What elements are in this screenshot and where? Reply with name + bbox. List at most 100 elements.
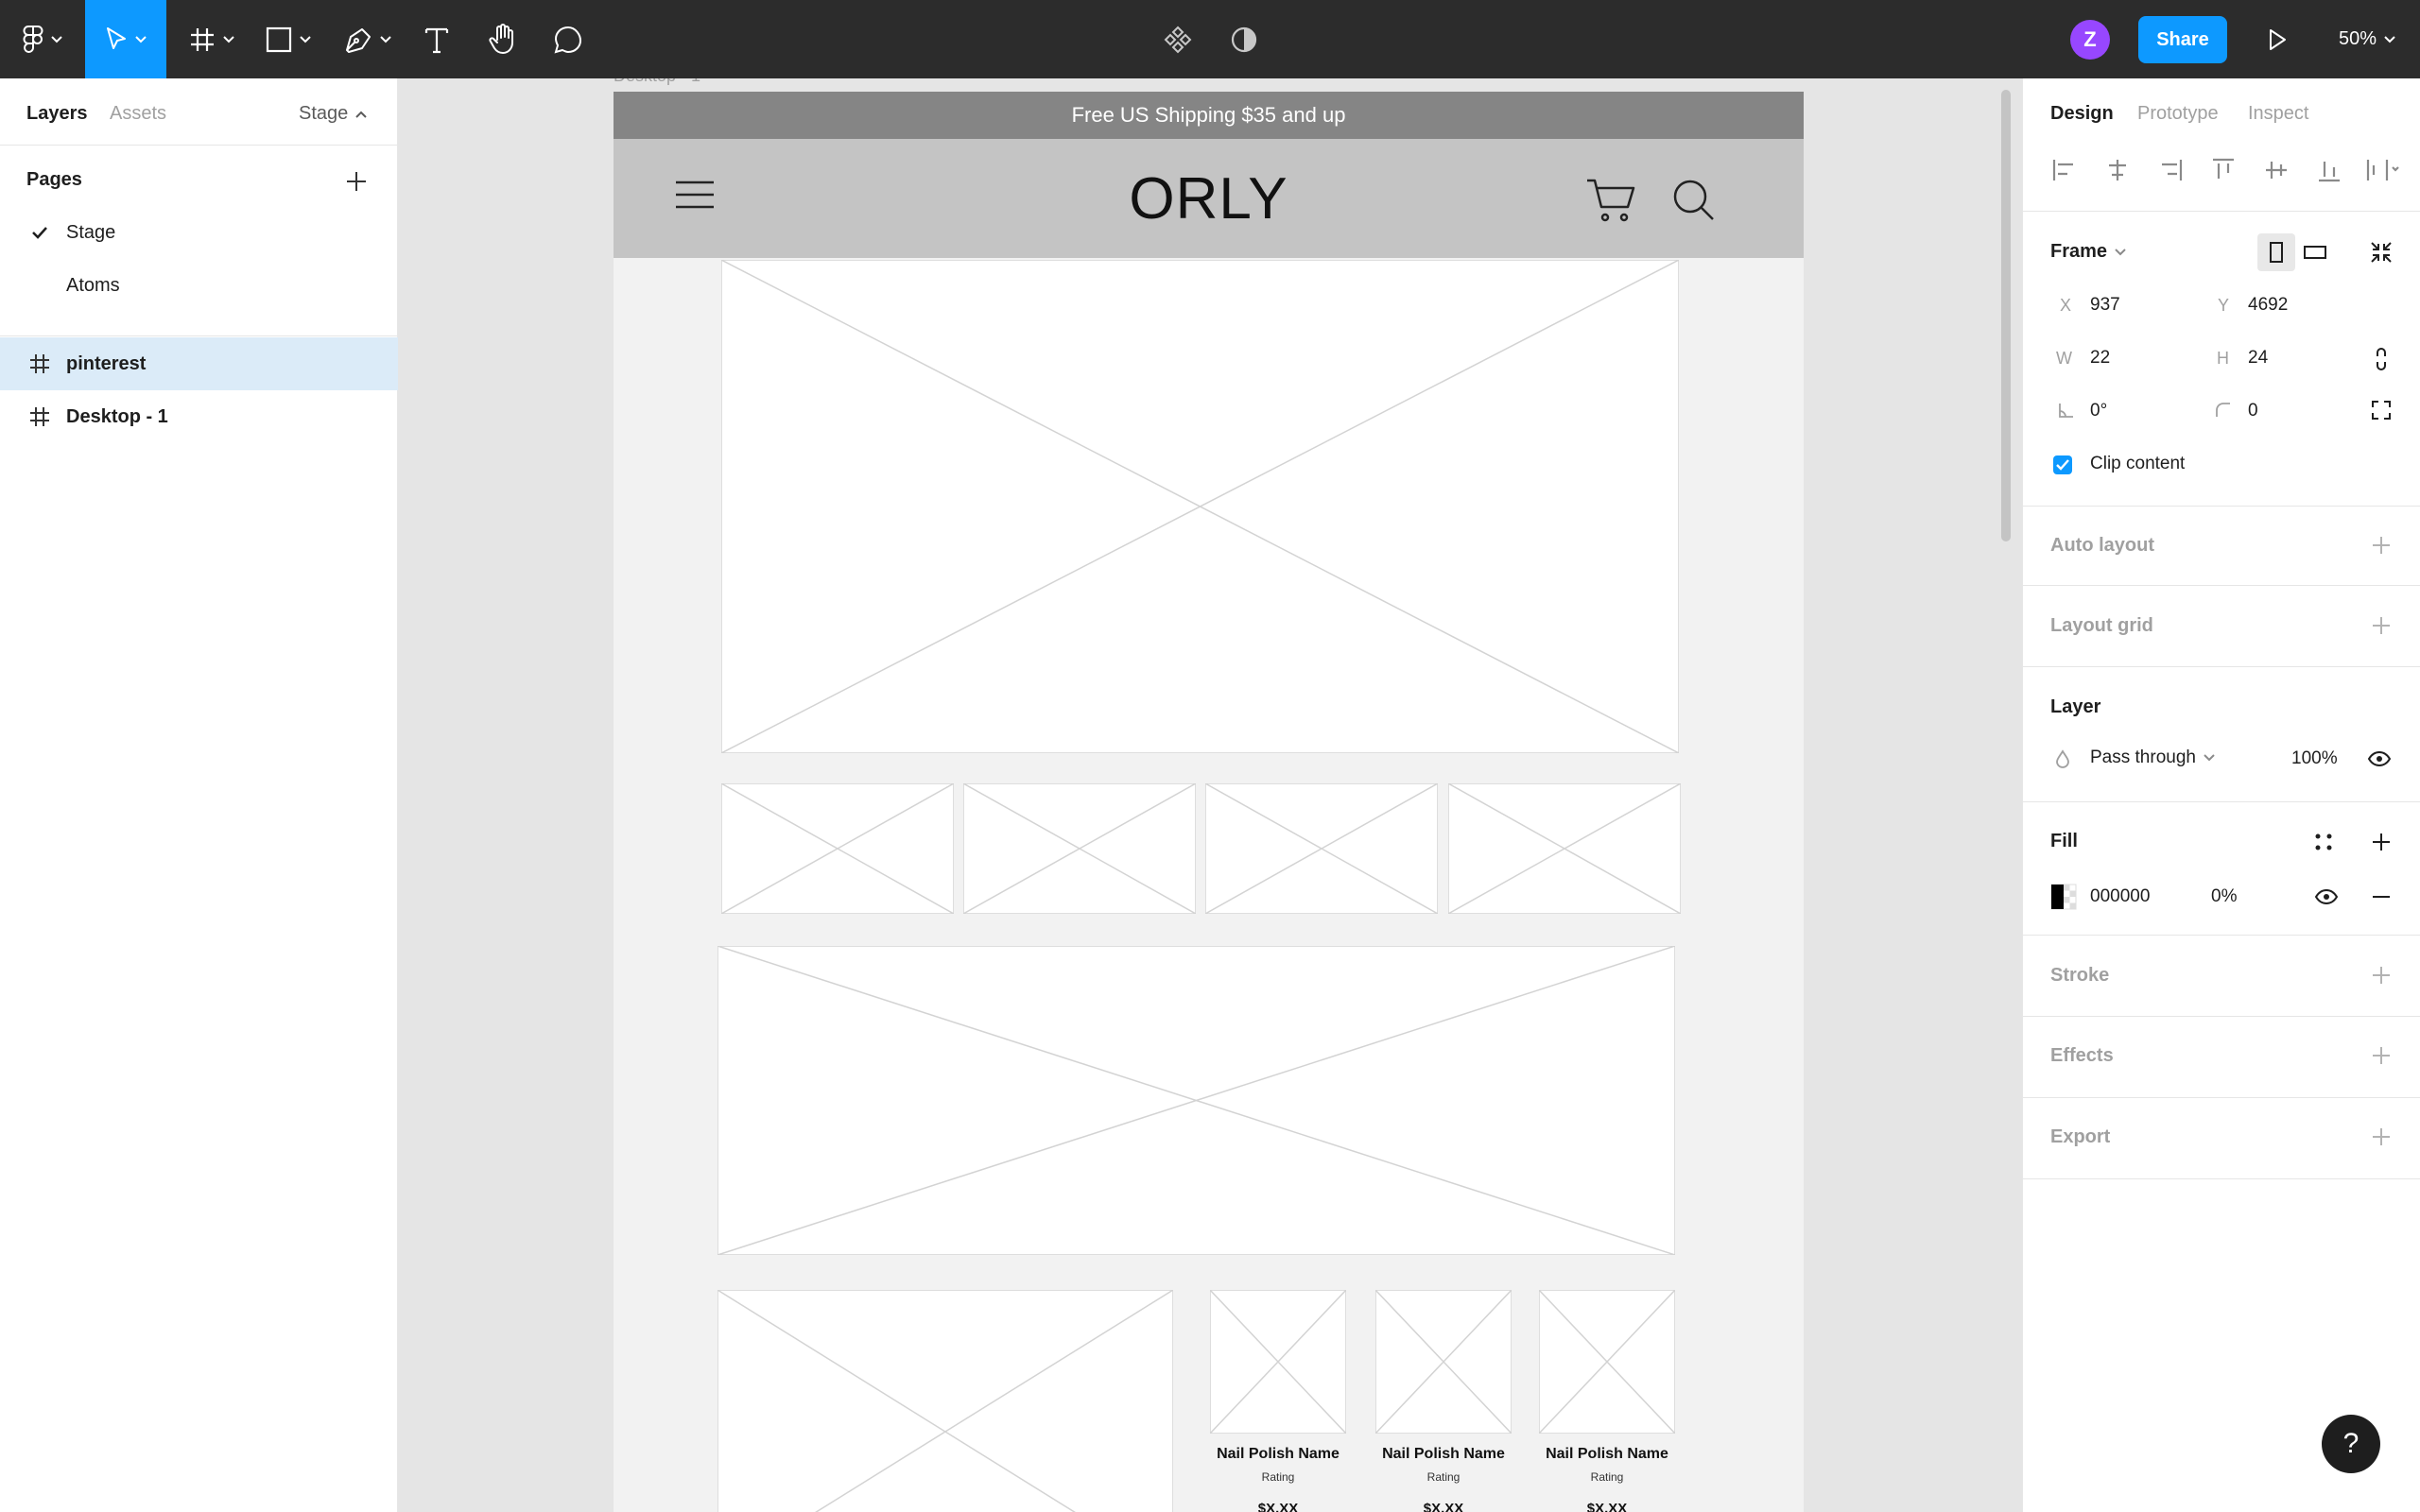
product-image-placeholder[interactable] (1210, 1290, 1346, 1434)
distribute-icon[interactable] (2364, 156, 2402, 184)
play-icon (2270, 28, 2286, 50)
zoom-menu[interactable]: 50% (2331, 0, 2403, 78)
canvas[interactable]: Desktop - 1 Free US Shipping $35 and up … (398, 78, 2022, 1512)
chevron-up-icon (355, 111, 367, 118)
align-right-icon[interactable] (2156, 156, 2185, 184)
product-name: Nail Polish Name (1546, 1446, 1668, 1462)
vertical-scrollbar[interactable] (2001, 90, 2011, 541)
pages-header: Pages (26, 169, 82, 190)
layer-item-desktop-1[interactable]: Desktop - 1 (0, 390, 398, 443)
page-item-stage[interactable]: Stage (0, 212, 398, 253)
minus-icon[interactable] (2369, 887, 2394, 906)
blend-drop-icon (2056, 749, 2069, 768)
clip-content-checkbox[interactable] (2053, 455, 2072, 474)
portrait-orientation-button[interactable] (2257, 233, 2295, 271)
constrain-proportions-icon[interactable] (2373, 347, 2390, 371)
tab-layers[interactable]: Layers (26, 103, 88, 125)
resize-to-fit-icon[interactable] (2369, 240, 2394, 265)
tab-assets[interactable]: Assets (110, 103, 166, 125)
add-stroke-plus-icon[interactable] (2367, 961, 2395, 989)
comment-tool-button[interactable] (546, 0, 590, 78)
fill-opacity-input[interactable]: 0% (2211, 886, 2237, 907)
page-selector-label: Stage (299, 103, 349, 124)
add-export-plus-icon[interactable] (2367, 1123, 2395, 1151)
align-top-icon[interactable] (2209, 156, 2238, 184)
panel-divider (2023, 935, 2420, 936)
category-image-placeholder (1205, 783, 1438, 914)
search-icon[interactable] (1672, 179, 1716, 222)
main-menu-button[interactable] (13, 0, 72, 78)
checkmark-icon (2056, 459, 2069, 471)
height-input[interactable]: 24 (2248, 348, 2268, 369)
auto-layout-title: Auto layout (2050, 535, 2154, 556)
y-input[interactable]: 4692 (2248, 295, 2288, 316)
styles-grid-icon[interactable] (2312, 831, 2335, 853)
tab-prototype[interactable]: Prototype (2137, 103, 2219, 125)
layer-item-label: pinterest (66, 352, 147, 374)
layer-opacity-input[interactable]: 100% (2291, 748, 2338, 769)
left-panel: Layers Assets Stage Pages Stage Atoms pi… (0, 78, 398, 1512)
plus-icon[interactable] (342, 167, 371, 196)
align-horizontal-center-icon[interactable] (2103, 156, 2132, 184)
pen-tool-button[interactable] (335, 0, 401, 78)
text-tool-button[interactable] (416, 0, 458, 78)
chevron-down-icon (2384, 35, 2395, 43)
clip-content-label: Clip content (2090, 454, 2186, 473)
align-bottom-icon[interactable] (2315, 156, 2343, 184)
height-label: H (2217, 349, 2229, 368)
chevron-down-icon (135, 35, 147, 43)
product-image-placeholder[interactable] (1375, 1290, 1512, 1434)
fill-hex-input[interactable]: 000000 (2090, 886, 2150, 907)
user-avatar[interactable]: Z (2070, 20, 2110, 60)
hero-image-placeholder (721, 260, 1679, 753)
panel-divider (0, 335, 398, 336)
help-button[interactable]: ? (2322, 1415, 2380, 1473)
width-input[interactable]: 22 (2090, 348, 2110, 369)
shape-tool-button[interactable] (257, 0, 320, 78)
color-swatch-icon[interactable] (2050, 884, 2077, 910)
hamburger-menu-icon[interactable] (674, 180, 716, 210)
frame-title[interactable]: Desktop - 1 (614, 78, 700, 86)
product-rating: Rating (1590, 1470, 1624, 1484)
move-tool-button[interactable] (85, 0, 166, 78)
category-image-placeholder (963, 783, 1196, 914)
text-t-icon (424, 27, 449, 53)
eye-icon[interactable] (2314, 887, 2339, 906)
add-effect-plus-icon[interactable] (2367, 1041, 2395, 1070)
stroke-title: Stroke (2050, 965, 2110, 986)
product-rating: Rating (1261, 1470, 1295, 1484)
landscape-icon[interactable] (2303, 243, 2327, 262)
page-selector[interactable]: Stage (299, 103, 367, 125)
present-button[interactable] (2254, 0, 2301, 78)
add-auto-layout-plus-icon[interactable] (2367, 531, 2395, 559)
cart-icon[interactable] (1585, 177, 1636, 224)
page-item-atoms[interactable]: Atoms (0, 265, 398, 306)
independent-corners-icon[interactable] (2371, 400, 2392, 421)
panel-divider (2023, 666, 2420, 667)
tab-design[interactable]: Design (2050, 103, 2114, 125)
eye-icon[interactable] (2367, 749, 2392, 768)
desktop-frame[interactable]: Free US Shipping $35 and up ORLY Nail Po… (614, 92, 1804, 1512)
align-vertical-center-icon[interactable] (2262, 156, 2290, 184)
x-input[interactable]: 937 (2090, 295, 2120, 316)
blend-mode-select[interactable]: Pass through (2090, 747, 2215, 768)
components-button[interactable] (1159, 0, 1197, 78)
theme-contrast-button[interactable] (1225, 0, 1263, 78)
chevron-down-icon (51, 35, 62, 43)
layer-item-pinterest[interactable]: pinterest (0, 337, 398, 390)
chevron-down-icon (223, 35, 234, 43)
feature-image-placeholder (717, 1290, 1173, 1512)
corner-radius-input[interactable]: 0 (2248, 401, 2258, 421)
hand-tool-button[interactable] (480, 0, 526, 78)
rotation-input[interactable]: 0° (2090, 401, 2107, 421)
align-left-icon[interactable] (2050, 156, 2079, 184)
add-layout-grid-plus-icon[interactable] (2367, 611, 2395, 640)
frame-type-menu[interactable]: Frame (2050, 241, 2126, 263)
add-fill-plus-icon[interactable] (2367, 828, 2395, 856)
product-image-placeholder[interactable] (1539, 1290, 1675, 1434)
panel-divider (2023, 801, 2420, 802)
frame-tool-button[interactable] (180, 0, 244, 78)
share-button[interactable]: Share (2138, 16, 2227, 63)
tab-inspect[interactable]: Inspect (2248, 103, 2308, 125)
chevron-down-icon (380, 35, 391, 43)
